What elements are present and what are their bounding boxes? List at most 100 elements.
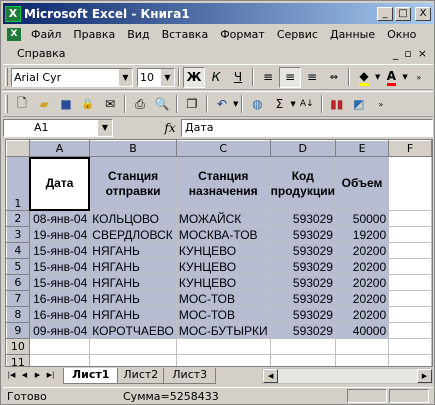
- chevron-down-icon[interactable]: ▼: [98, 120, 112, 136]
- sheet-tab-2[interactable]: Лист2: [114, 367, 168, 384]
- cell-b1[interactable]: Станция отправки: [89, 156, 177, 211]
- align-center-button[interactable]: ≡: [279, 66, 301, 88]
- row-header[interactable]: 9: [6, 322, 30, 339]
- cell-b5[interactable]: НЯГАНЬ: [89, 258, 177, 275]
- cell-e1[interactable]: Объем: [334, 156, 390, 211]
- cell-e7[interactable]: 20200: [334, 290, 390, 307]
- row-header[interactable]: 7: [6, 290, 30, 307]
- cell-b3[interactable]: СВЕРДЛОВСК: [89, 226, 177, 243]
- excel-app-icon[interactable]: X: [5, 5, 21, 22]
- empty-cell[interactable]: [175, 338, 271, 355]
- font-name-combo[interactable]: Arial Cyr ▼: [11, 67, 133, 87]
- cell-e3[interactable]: 19200: [334, 226, 390, 243]
- insert-function-icon[interactable]: fx: [159, 121, 181, 135]
- close-button[interactable]: X: [415, 6, 431, 21]
- align-right-button[interactable]: ≡: [301, 67, 323, 88]
- worksheet-grid[interactable]: A B C D E F 1 Дата Станция отправки Стан…: [5, 139, 433, 367]
- row-header[interactable]: 1: [6, 156, 30, 211]
- scroll-left-button[interactable]: ◀: [263, 368, 279, 383]
- cell-a4[interactable]: 15-янв-04: [28, 242, 91, 259]
- cell-e5[interactable]: 20200: [334, 258, 390, 275]
- cell-a5[interactable]: 15-янв-04: [28, 258, 91, 275]
- formula-input[interactable]: Дата: [181, 119, 433, 137]
- menu-window[interactable]: Окно: [381, 28, 422, 41]
- toolbar-grip[interactable]: [5, 95, 8, 113]
- cell-e2[interactable]: 50000: [334, 210, 390, 227]
- horizontal-scrollbar[interactable]: ◀ ▶: [262, 367, 433, 384]
- cell-d5[interactable]: 593029: [269, 258, 336, 275]
- empty-cell[interactable]: [269, 354, 336, 366]
- empty-cell[interactable]: [388, 354, 432, 366]
- save-button[interactable]: ■: [55, 94, 77, 115]
- cell-e4[interactable]: 20200: [334, 242, 390, 259]
- cell-a1[interactable]: Дата: [28, 156, 91, 211]
- cell-c3[interactable]: МОСКВА-ТОВ: [175, 226, 271, 243]
- cell-f6[interactable]: [388, 274, 432, 291]
- hyperlink-button[interactable]: ◍: [246, 94, 268, 115]
- bold-button[interactable]: Ж: [183, 66, 205, 88]
- prev-sheet-button[interactable]: ◀: [18, 368, 31, 383]
- cell-f4[interactable]: [388, 242, 432, 259]
- doc-minimize-button[interactable]: _: [393, 47, 399, 60]
- cell-b2[interactable]: КОЛЬЦОВО: [89, 210, 177, 227]
- cell-f9[interactable]: [388, 322, 432, 339]
- cell-e9[interactable]: 40000: [334, 322, 390, 339]
- cell-c7[interactable]: МОС-ТОВ: [175, 290, 271, 307]
- drawing-button[interactable]: ◩: [348, 94, 370, 115]
- menu-help[interactable]: Справка: [3, 47, 71, 60]
- column-header-d[interactable]: D: [269, 140, 336, 157]
- chevron-down-icon[interactable]: ▼: [160, 68, 174, 86]
- sheet-tab-3[interactable]: Лист3: [163, 367, 217, 384]
- cell-b6[interactable]: НЯГАНЬ: [89, 274, 177, 291]
- cell-d7[interactable]: 593029: [269, 290, 336, 307]
- email-button[interactable]: ✉: [99, 94, 121, 115]
- autosum-button[interactable]: Σ: [268, 94, 290, 115]
- cell-c6[interactable]: КУНЦЕВО: [175, 274, 271, 291]
- cell-a9[interactable]: 09-янв-04: [28, 322, 91, 339]
- cell-c5[interactable]: КУНЦЕВО: [175, 258, 271, 275]
- cell-d1[interactable]: Код продукции: [269, 156, 336, 211]
- select-all-corner[interactable]: [6, 140, 30, 157]
- menu-insert[interactable]: Вставка: [156, 28, 215, 41]
- menu-view[interactable]: Вид: [121, 28, 155, 41]
- column-header-f[interactable]: F: [388, 140, 432, 157]
- column-header-b[interactable]: B: [89, 140, 177, 157]
- cell-b7[interactable]: НЯГАНЬ: [89, 290, 177, 307]
- toolbar-grip[interactable]: [5, 68, 8, 86]
- menu-format[interactable]: Формат: [214, 28, 271, 41]
- sheet-tab-1[interactable]: Лист1: [63, 367, 119, 384]
- minimize-button[interactable]: _: [377, 6, 393, 21]
- title-bar[interactable]: X Microsoft Excel - Книга1 _ □ X: [3, 3, 433, 24]
- menu-tools[interactable]: Сервис: [271, 28, 324, 41]
- empty-cell[interactable]: [28, 354, 91, 366]
- cell-a7[interactable]: 16-янв-04: [28, 290, 91, 307]
- row-header[interactable]: 2: [6, 210, 30, 227]
- print-preview-button[interactable]: 🔍: [151, 94, 173, 115]
- toolbar-options-button-2[interactable]: »: [370, 94, 392, 115]
- name-box[interactable]: A1 ▼: [3, 119, 113, 137]
- cell-c2[interactable]: МОЖАЙСК: [175, 210, 271, 227]
- italic-button[interactable]: К: [205, 67, 227, 88]
- row-header[interactable]: 3: [6, 226, 30, 243]
- cell-f7[interactable]: [388, 290, 432, 307]
- chevron-down-icon[interactable]: ▼: [118, 68, 132, 86]
- cell-b8[interactable]: НЯГАНЬ: [89, 306, 177, 323]
- fill-color-button[interactable]: ◆: [353, 67, 375, 88]
- cell-e6[interactable]: 20200: [334, 274, 390, 291]
- empty-cell[interactable]: [89, 338, 177, 355]
- cell-b9[interactable]: КОРОТЧАЕВО: [89, 322, 177, 339]
- cell-c9[interactable]: МОС-БУТЫРКИ: [175, 322, 271, 339]
- column-header-c[interactable]: C: [175, 140, 271, 157]
- sort-button[interactable]: A↓: [296, 94, 318, 115]
- restore-button[interactable]: □: [395, 6, 411, 21]
- row-header[interactable]: 8: [6, 306, 30, 323]
- column-header-e[interactable]: E: [334, 140, 390, 157]
- menu-file[interactable]: Файл: [25, 28, 67, 41]
- menu-edit[interactable]: Правка: [67, 28, 121, 41]
- undo-button[interactable]: ↶: [211, 94, 233, 115]
- row-header[interactable]: 4: [6, 242, 30, 259]
- cell-c1[interactable]: Станция назначения: [175, 156, 271, 211]
- row-header[interactable]: 11: [6, 354, 30, 366]
- empty-cell[interactable]: [334, 354, 390, 366]
- chart-wizard-button[interactable]: ▮▮: [326, 94, 348, 115]
